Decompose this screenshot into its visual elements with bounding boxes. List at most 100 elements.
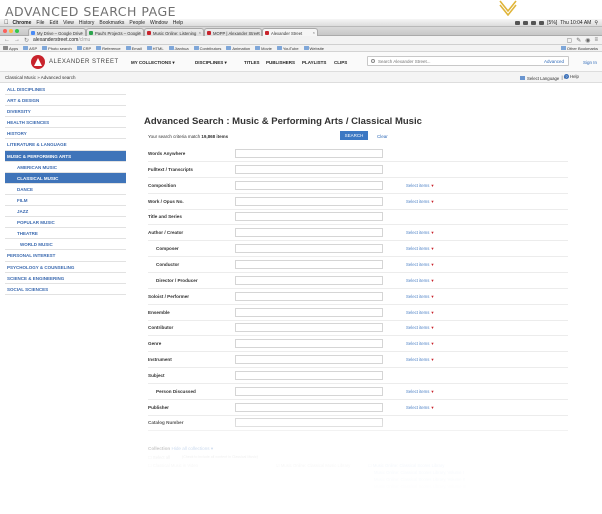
close-window-icon[interactable] xyxy=(3,29,7,33)
sidebar-item-classical-music[interactable]: CLASSICAL MUSIC xyxy=(5,172,126,184)
bluetooth-icon[interactable] xyxy=(531,20,537,25)
sidebar-item-world-music[interactable]: WORLD MUSIC xyxy=(5,239,126,251)
hide-collections-link[interactable]: Hide all collections ▾ xyxy=(172,446,214,451)
field-input[interactable] xyxy=(235,418,383,428)
select-items-link[interactable]: Select items ▼ xyxy=(406,341,434,346)
extension-icon[interactable]: ◉ xyxy=(585,37,590,44)
collection-checkbox-scores-vol2[interactable]: Music Online: Classical Scores Library, … xyxy=(374,477,465,482)
field-input[interactable] xyxy=(235,291,383,301)
field-input[interactable] xyxy=(235,323,383,333)
field-input[interactable] xyxy=(235,402,383,412)
close-tab-icon[interactable]: × xyxy=(257,30,259,35)
sidebar-item-theatre[interactable]: THEATRE xyxy=(5,228,126,240)
field-input[interactable] xyxy=(235,244,383,254)
nav-clips[interactable]: CLIPS xyxy=(334,60,347,65)
select-items-link[interactable]: Select items ▼ xyxy=(406,357,434,362)
bookmark-apps[interactable]: Apps xyxy=(3,46,18,51)
menu-history[interactable]: History xyxy=(79,20,95,26)
collection-checkbox-scores-library[interactable]: ☐ Music Online: Classical Scores Library xyxy=(368,463,444,468)
sidebar-item-all-disciplines[interactable]: ALL DISCIPLINES xyxy=(5,84,126,96)
sidebar-item-music-performing-arts[interactable]: MUSIC & PERFORMING ARTS xyxy=(5,150,126,162)
tab-google-drive[interactable]: My Drive – Google Drive × xyxy=(28,28,86,36)
select-items-link[interactable]: Select items ▼ xyxy=(406,325,434,330)
sidebar-item-social-sciences[interactable]: SOCIAL SCIENCES xyxy=(5,284,126,295)
select-items-link[interactable]: Select items ▼ xyxy=(406,278,434,283)
zoom-window-icon[interactable] xyxy=(15,29,19,33)
sidebar-item-popular-music[interactable]: POPULAR MUSIC xyxy=(5,217,126,229)
sidebar-item-film[interactable]: FILM xyxy=(5,195,126,207)
sidebar-item-history[interactable]: HISTORY xyxy=(5,128,126,140)
field-input[interactable] xyxy=(235,355,383,365)
forward-icon[interactable]: → xyxy=(14,37,20,43)
wifi-icon[interactable] xyxy=(515,20,521,25)
sidebar-item-literature-language[interactable]: LITERATURE & LANGUAGE xyxy=(5,139,126,151)
nav-my-collections[interactable]: MY COLLECTIONS ▾ xyxy=(131,60,175,66)
menu-window[interactable]: Window xyxy=(150,20,168,26)
sign-in-link[interactable]: Sign In xyxy=(583,60,597,65)
sidebar-item-art-design[interactable]: ART & DESIGN xyxy=(5,95,126,107)
tab-music-online[interactable]: Music Online: Listening × xyxy=(144,28,204,36)
other-bookmarks[interactable]: Other Bookmarks xyxy=(560,46,602,51)
bookmark-youtube[interactable]: YouTube xyxy=(276,46,299,51)
reload-icon[interactable]: ↻ xyxy=(24,37,29,44)
select-items-link[interactable]: Select items ▼ xyxy=(406,230,434,235)
sidebar-item-dance[interactable]: DANCE xyxy=(5,184,126,195)
field-input[interactable] xyxy=(235,275,383,285)
select-items-link[interactable]: Select items ▼ xyxy=(406,310,434,315)
nav-disciplines[interactable]: DISCIPLINES ▾ xyxy=(195,60,227,66)
sidebar-item-american-music[interactable]: AMERICAN MUSIC xyxy=(5,162,126,173)
field-input[interactable] xyxy=(235,228,383,238)
collection-checkbox-scores-vol4[interactable]: Music Online: Classical Scores Library, … xyxy=(374,491,467,496)
apple-icon[interactable]:  xyxy=(4,20,9,26)
tab-alexander-street[interactable]: Alexander Street × xyxy=(262,28,318,36)
help-link[interactable]: ? Help xyxy=(564,74,579,79)
sidebar-item-jazz[interactable]: JAZZ xyxy=(5,206,126,218)
menu-view[interactable]: View xyxy=(63,20,74,26)
site-logo[interactable]: ALEXANDER STREET xyxy=(31,55,119,69)
collection-checkbox-scores-vol3[interactable]: Music Online: Classical Scores Library, … xyxy=(374,484,466,489)
menu-help[interactable]: Help xyxy=(173,20,183,26)
close-tab-icon[interactable]: × xyxy=(81,30,83,35)
select-items-link[interactable]: Select items ▼ xyxy=(406,389,434,394)
select-items-link[interactable]: Select items ▼ xyxy=(406,246,434,251)
field-input[interactable] xyxy=(235,259,383,269)
select-items-link[interactable]: Select items ▼ xyxy=(406,294,434,299)
close-tab-icon[interactable]: × xyxy=(199,30,201,35)
bookmark-jianhua[interactable]: Jianhua xyxy=(168,46,189,51)
nav-publishers[interactable]: PUBLISHERS xyxy=(266,60,295,65)
breadcrumb[interactable]: Classical Music » Advanced search xyxy=(5,75,76,80)
field-input[interactable] xyxy=(235,339,383,349)
url-field[interactable]: alexanderstreet.com/clmu xyxy=(33,37,90,43)
nav-playlists[interactable]: PLAYLISTS xyxy=(302,60,326,65)
close-tab-icon[interactable]: × xyxy=(139,30,141,35)
sidebar-item-psychology-counseling[interactable]: PSYCHOLOGY & COUNSELING xyxy=(5,262,126,273)
bookmark-asp[interactable]: ASP xyxy=(23,46,37,51)
menu-people[interactable]: People xyxy=(129,20,145,26)
site-search-input[interactable] xyxy=(378,57,528,65)
minimize-window-icon[interactable] xyxy=(9,29,13,33)
bookmark-contributors[interactable]: Contributors xyxy=(193,46,221,51)
select-all-checkbox[interactable]: ☐ Select all xyxy=(148,455,170,460)
advanced-search-link[interactable]: Advanced xyxy=(544,59,564,64)
select-items-link[interactable]: Select items ▼ xyxy=(406,199,434,204)
bookmark-reference[interactable]: Reference xyxy=(96,46,121,51)
field-input[interactable] xyxy=(235,212,383,222)
volume-icon[interactable] xyxy=(523,20,529,25)
search-button[interactable]: SEARCH xyxy=(340,131,368,140)
bookmark-email[interactable]: Email xyxy=(125,46,142,51)
battery-icon[interactable] xyxy=(539,20,545,25)
menu-app[interactable]: Chrome xyxy=(13,20,32,26)
tab-paul-projects[interactable]: Paul's Projects – Google × xyxy=(86,28,144,36)
bookmark-html[interactable]: HTML xyxy=(146,46,164,51)
language-selector[interactable]: Select Language | ▾ xyxy=(520,75,566,81)
pencil-icon[interactable]: ✎ xyxy=(576,37,581,44)
collection-checkbox-classical-library[interactable]: ☑ Music Online: Classical Music Library xyxy=(276,463,350,468)
field-input[interactable] xyxy=(235,180,383,190)
select-items-link[interactable]: Select items ▼ xyxy=(406,405,434,410)
cast-icon[interactable]: ▢ xyxy=(567,37,573,44)
sidebar-item-science-engineering[interactable]: SCIENCE & ENGINEERING xyxy=(5,273,126,284)
select-items-link[interactable]: Select items ▼ xyxy=(406,262,434,267)
clear-link[interactable]: Clear xyxy=(377,134,388,139)
tab-mopp[interactable]: MOPP | Alexander Street × xyxy=(204,28,262,36)
select-items-link[interactable]: Select items ▼ xyxy=(406,183,434,188)
